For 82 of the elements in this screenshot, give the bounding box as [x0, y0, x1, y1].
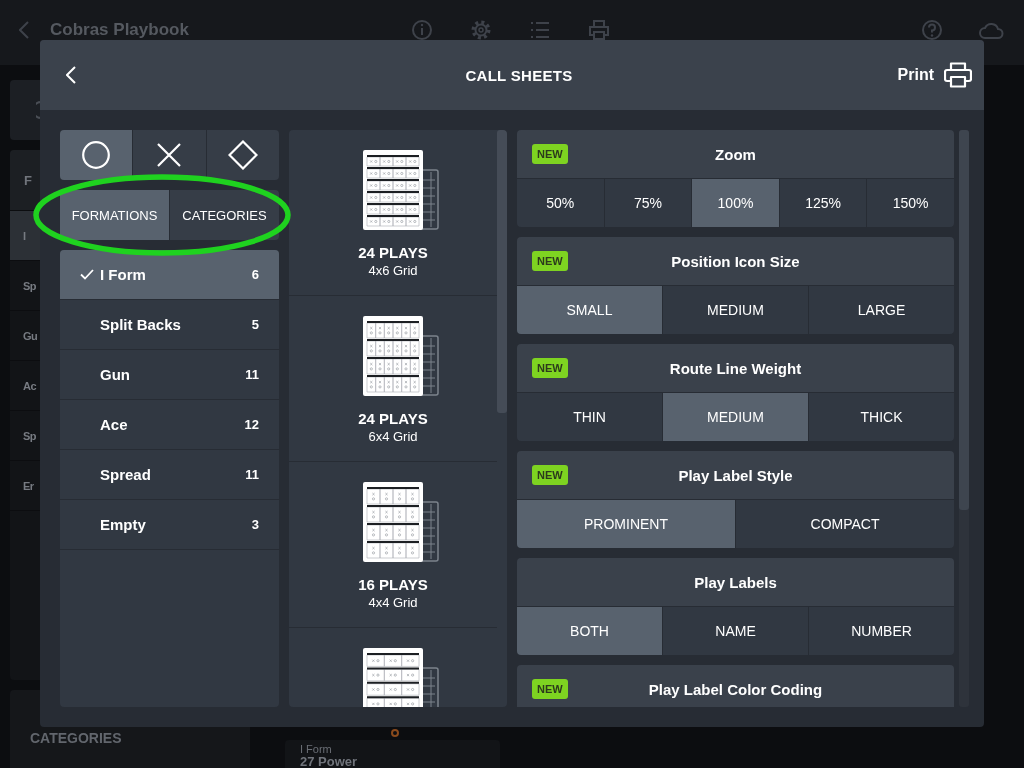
play-count-label: 24 PLAYS	[358, 410, 428, 428]
option-button[interactable]: 125%	[779, 179, 867, 227]
source-tab[interactable]: CATEGORIES	[170, 190, 279, 240]
info-icon[interactable]	[412, 20, 432, 40]
app-title: Cobras Playbook	[50, 20, 189, 40]
option-button[interactable]: PROMINENT	[517, 500, 735, 548]
dialog-title: CALL SHEETS	[465, 66, 573, 84]
section-heading: CATEGORIES	[30, 730, 122, 746]
play-count-label: 24 PLAYS	[358, 244, 428, 262]
sheet-grid-icon	[363, 316, 439, 396]
new-badge: NEW	[532, 251, 568, 271]
play-count: 11	[245, 467, 259, 482]
shape-tab[interactable]	[206, 130, 279, 180]
formation-item[interactable]: Empty 3	[60, 500, 279, 550]
help-icon[interactable]	[922, 20, 942, 40]
sidebar-heading: F	[24, 172, 32, 188]
grid-size-label: 6x4 Grid	[368, 428, 418, 446]
option-button[interactable]: 100%	[692, 179, 779, 227]
sheet-grid-icon	[363, 482, 439, 562]
option-button[interactable]: NUMBER	[809, 607, 954, 655]
formation-name: I Form	[100, 266, 146, 283]
status-dot-icon	[391, 729, 399, 737]
option-button[interactable]: MEDIUM	[663, 286, 808, 334]
cloud-icon[interactable]	[979, 21, 1005, 39]
grid-size-label: 4x4 Grid	[368, 594, 418, 612]
formation-item[interactable]: Ace 12	[60, 400, 279, 450]
option-button[interactable]: BOTH	[517, 607, 662, 655]
play-count: 3	[251, 517, 259, 532]
formation-item[interactable]: Split Backs 5	[60, 300, 279, 350]
diamond-icon	[227, 140, 258, 170]
layout-option[interactable]: 16 PLAYS 4x4 Grid	[289, 462, 497, 628]
setting-title: Play Label Style	[678, 466, 793, 484]
play-count: 11	[245, 367, 259, 382]
shape-tab[interactable]	[60, 130, 133, 180]
play-count: 6	[251, 267, 259, 282]
circle-icon	[82, 141, 111, 169]
new-badge: NEW	[532, 358, 568, 378]
settings-icon[interactable]	[471, 20, 491, 40]
formation-label: I Form	[300, 743, 333, 755]
play-name: 27 Power	[300, 755, 359, 768]
option-button[interactable]: 150%	[867, 179, 954, 227]
scrollbar[interactable]	[497, 130, 507, 413]
play-card[interactable]: I Form 27 Power	[285, 740, 500, 768]
layout-option[interactable]: 24 PLAYS 4x6 Grid	[289, 130, 497, 296]
option-button[interactable]: NAME	[663, 607, 808, 655]
play-count: 12	[244, 417, 259, 432]
new-badge: NEW	[532, 679, 568, 699]
scrollbar[interactable]	[959, 130, 969, 510]
setting-title: Play Labels	[694, 573, 777, 591]
option-button[interactable]: MEDIUM	[663, 393, 808, 441]
option-button[interactable]: THICK	[809, 393, 954, 441]
option-button[interactable]: 75%	[604, 179, 692, 227]
option-button[interactable]: SMALL	[517, 286, 662, 334]
cross-icon	[157, 143, 182, 167]
formation-item[interactable]: I Form 6	[60, 250, 279, 300]
setting-title: Route Line Weight	[669, 359, 802, 377]
formation-name: Spread	[100, 466, 151, 483]
formation-name: Split Backs	[100, 316, 181, 333]
setting-title: Position Icon Size	[671, 252, 800, 270]
formation-name: Empty	[100, 516, 146, 533]
option-button[interactable]: LARGE	[809, 286, 954, 334]
option-button[interactable]: COMPACT	[736, 500, 954, 548]
formation-name: Ace	[100, 416, 128, 433]
new-badge: NEW	[532, 144, 568, 164]
play-count: 5	[251, 317, 259, 332]
source-tab[interactable]: FORMATIONS	[60, 190, 169, 240]
setting-title: Play Label Color Coding	[648, 680, 823, 698]
check-icon	[80, 269, 94, 280]
layout-option[interactable]: 24 PLAYS 6x4 Grid	[289, 296, 497, 462]
setting-title: Zoom	[715, 145, 756, 163]
grid-size-label: 4x6 Grid	[368, 262, 418, 280]
formation-name: Gun	[100, 366, 130, 383]
option-button[interactable]: 50%	[517, 179, 604, 227]
sheet-grid-icon	[363, 150, 439, 230]
formation-item[interactable]: Spread 11	[60, 450, 279, 500]
formation-item[interactable]: Gun 11	[60, 350, 279, 400]
new-badge: NEW	[532, 465, 568, 485]
play-count-label: 16 PLAYS	[358, 576, 428, 594]
print-link[interactable]: Print	[897, 66, 934, 84]
sheet-grid-icon	[363, 648, 439, 707]
option-button[interactable]: THIN	[517, 393, 662, 441]
list-icon[interactable]	[530, 20, 550, 40]
